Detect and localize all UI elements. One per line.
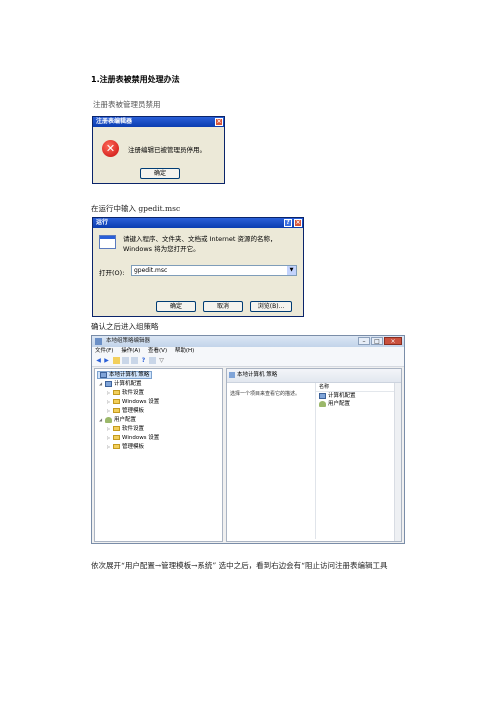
policy-tree: 本地计算机 策略 ◢ 计算机配置 ▷ 软件设置 ▷ Windows 设置 ▷ 管理模板 … — [94, 368, 223, 542]
menu-bar: 文件(F) 操作(A) 查看(V) 帮助(H) — [92, 347, 404, 356]
folder-icon — [113, 426, 120, 431]
paragraph-run-gpedit: 在运行中输入 gpedit.msc — [91, 204, 181, 213]
folder-icon — [113, 408, 120, 413]
policy-icon — [100, 371, 107, 378]
export-icon[interactable] — [131, 357, 138, 364]
forward-arrow-icon[interactable]: ▶ — [103, 357, 110, 364]
properties-icon[interactable] — [122, 357, 129, 364]
run-command-input[interactable]: gpedit.msc ▼ — [131, 265, 297, 276]
paragraph-enter-group-policy: 确认之后进入组策略 — [91, 322, 159, 331]
details-pane: 本地计算机 策略 选择一个项目来查看它的描述。 名称 计算机配置 用户配置 — [226, 368, 402, 542]
policy-icon — [229, 372, 235, 378]
tree-item-computer-software[interactable]: ▷ 软件设置 — [107, 389, 144, 397]
toolbar: ◀ ▶ ? ▽ — [92, 356, 404, 367]
tree-item-computer-admin[interactable]: ▷ 管理模板 — [107, 407, 144, 415]
group-policy-editor-window: 本地组策略编辑器 – □ × 文件(F) 操作(A) 查看(V) 帮助(H) ◀ ▶… — [91, 335, 405, 544]
close-icon[interactable]: × — [384, 337, 402, 345]
window-title: 本地组策略编辑器 — [106, 338, 151, 344]
run-dialog-title: 运行 — [96, 219, 109, 226]
details-header-title: 本地计算机 策略 — [237, 372, 278, 378]
details-header: 本地计算机 策略 — [227, 369, 401, 383]
tree-root[interactable]: 本地计算机 策略 — [97, 371, 153, 379]
computer-icon — [319, 392, 326, 399]
ok-button[interactable]: 确定 — [156, 301, 196, 312]
folder-icon — [113, 399, 120, 404]
menu-action[interactable]: 操作(A) — [121, 348, 140, 354]
tree-item-label: Windows 设置 — [122, 399, 160, 405]
list-item-label: 计算机配置 — [328, 393, 356, 399]
view-icon[interactable] — [149, 357, 156, 364]
vertical-scrollbar[interactable] — [394, 383, 401, 541]
column-header-name[interactable]: 名称 — [316, 383, 400, 392]
tree-item-computer-windows[interactable]: ▷ Windows 设置 — [107, 398, 159, 406]
tree-item-label: 管理模板 — [122, 408, 145, 414]
list-item-label: 用户配置 — [328, 401, 351, 407]
tree-item-label: 软件设置 — [122, 426, 145, 432]
help-icon[interactable]: ? — [140, 357, 147, 364]
error-x-icon: ✕ — [102, 140, 119, 157]
tree-item-label: 管理模板 — [122, 444, 145, 450]
minimize-icon[interactable]: – — [358, 337, 370, 345]
run-program-icon — [99, 235, 116, 249]
open-label: 打开(O): — [99, 269, 125, 277]
menu-help[interactable]: 帮助(H) — [175, 348, 194, 354]
folder-icon — [113, 435, 120, 440]
error-message: 注册编辑已被管理员停用。 — [128, 146, 206, 154]
run-command-value: gpedit.msc — [134, 267, 168, 274]
close-icon[interactable]: × — [215, 118, 223, 126]
app-icon — [95, 338, 102, 345]
tree-item-computer-config[interactable]: ◢ 计算机配置 — [99, 380, 142, 388]
folder-icon — [113, 390, 120, 395]
tree-item-label: 用户配置 — [114, 417, 137, 423]
dialog-title: 注册表编辑器 — [96, 118, 133, 125]
chevron-down-icon[interactable]: ▼ — [287, 266, 296, 275]
registry-error-dialog: 注册表编辑器 × ✕ 注册编辑已被管理员停用。 确定 — [92, 116, 225, 184]
filter-icon[interactable]: ▽ — [158, 357, 165, 364]
paragraph-expand-user-config: 依次展开“用户配置→管理模板→系统” 选中之后，看到右边会有“阻止访问注册表编辑… — [91, 561, 388, 570]
maximize-icon[interactable]: □ — [371, 337, 383, 345]
select-tip: 选择一个项目来查看它的描述。 — [230, 391, 301, 397]
cancel-button[interactable]: 取消 — [203, 301, 243, 312]
paragraph-registry-disabled: 注册表被管理员禁用 — [93, 100, 161, 109]
tree-item-label: 计算机配置 — [114, 381, 142, 387]
list-item[interactable]: 用户配置 — [316, 400, 400, 408]
back-arrow-icon[interactable]: ◀ — [95, 357, 102, 364]
window-title-bar: 本地组策略编辑器 – □ × — [92, 336, 404, 347]
tree-item-user-config[interactable]: ◢ 用户配置 — [99, 416, 136, 424]
tree-item-label: 软件设置 — [122, 390, 145, 396]
browse-button[interactable]: 浏览(B)... — [250, 301, 292, 312]
list-item[interactable]: 计算机配置 — [316, 392, 400, 400]
run-dialog: 运行 ? × 请键入程序、文件夹、文档或 Internet 资源的名称，Wind… — [92, 217, 304, 317]
tree-item-label: Windows 设置 — [122, 435, 160, 441]
ok-button[interactable]: 确定 — [140, 168, 180, 179]
close-icon[interactable]: × — [294, 219, 302, 227]
menu-file[interactable]: 文件(F) — [95, 348, 113, 354]
menu-view[interactable]: 查看(V) — [148, 348, 167, 354]
folder-icon[interactable] — [113, 357, 120, 364]
tree-item-user-software[interactable]: ▷ 软件设置 — [107, 425, 144, 433]
folder-icon — [113, 444, 120, 449]
items-list: 名称 计算机配置 用户配置 — [315, 383, 400, 539]
help-icon[interactable]: ? — [284, 219, 292, 227]
user-icon — [319, 400, 326, 407]
tree-root-label: 本地计算机 策略 — [109, 372, 150, 378]
dialog-title-bar: 注册表编辑器 × — [93, 117, 224, 127]
run-dialog-title-bar: 运行 ? × — [93, 218, 303, 228]
tree-item-user-admin[interactable]: ▷ 管理模板 — [107, 443, 144, 451]
computer-icon — [105, 380, 112, 387]
document-heading: 1.注册表被禁用处理办法 — [91, 75, 180, 84]
user-icon — [105, 416, 112, 423]
run-description: 请键入程序、文件夹、文档或 Internet 资源的名称，Windows 将为您… — [123, 235, 277, 253]
tree-item-user-windows[interactable]: ▷ Windows 设置 — [107, 434, 159, 442]
